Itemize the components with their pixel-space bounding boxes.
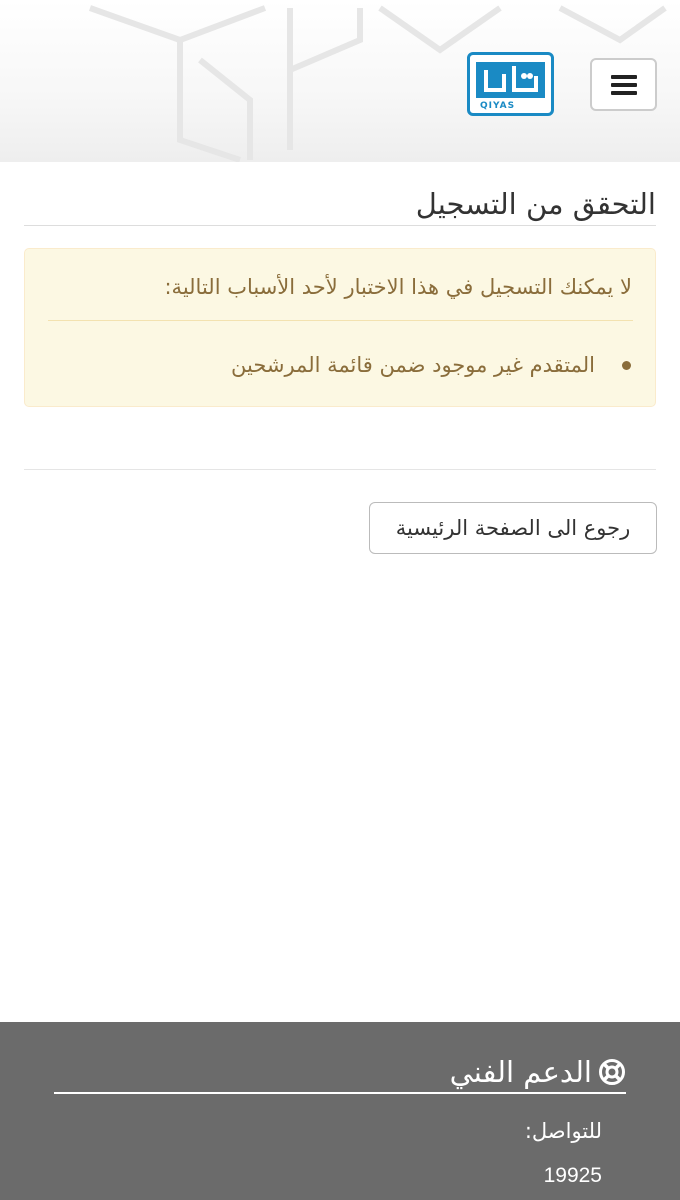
menu-button[interactable] (590, 58, 657, 111)
hamburger-icon (610, 74, 637, 95)
warning-alert: لا يمكنك التسجيل في هذا الاختبار لأحد ال… (24, 248, 656, 407)
page-title: التحقق من التسجيل (415, 187, 656, 221)
logo-mark (476, 62, 545, 98)
site-footer: الدعم الفني للتواصل: 19925 (0, 1022, 680, 1200)
logo-latin-text: QIYAS (480, 101, 516, 111)
qiyas-logo[interactable]: QIYAS (467, 52, 554, 116)
contact-phone-number[interactable]: 19925 (544, 1161, 602, 1191)
footer-divider (54, 1092, 626, 1094)
alert-reason-text: المتقدم غير موجود ضمن قائمة المرشحين (231, 353, 595, 377)
alert-divider (48, 320, 633, 321)
footer-heading-text: الدعم الفني (449, 1055, 592, 1089)
alert-message: لا يمكنك التسجيل في هذا الاختبار لأحد ال… (164, 275, 632, 299)
footer-heading: الدعم الفني (54, 1052, 626, 1092)
alert-reason-item: المتقدم غير موجود ضمن قائمة المرشحين (231, 349, 631, 381)
contact-label: للتواصل: (524, 1119, 602, 1143)
section-divider (24, 469, 656, 470)
header-background-pattern (88, 5, 667, 162)
page: QIYAS التحقق من التسجيل لا يمكنك التسجيل… (0, 0, 680, 1200)
alert-reasons-list: المتقدم غير موجود ضمن قائمة المرشحين (231, 349, 631, 381)
lifebuoy-icon (599, 1059, 625, 1085)
title-divider (24, 225, 656, 226)
bullet-icon (622, 361, 631, 370)
back-to-home-button[interactable]: رجوع الى الصفحة الرئيسية (369, 502, 657, 554)
site-header: QIYAS (0, 0, 680, 162)
